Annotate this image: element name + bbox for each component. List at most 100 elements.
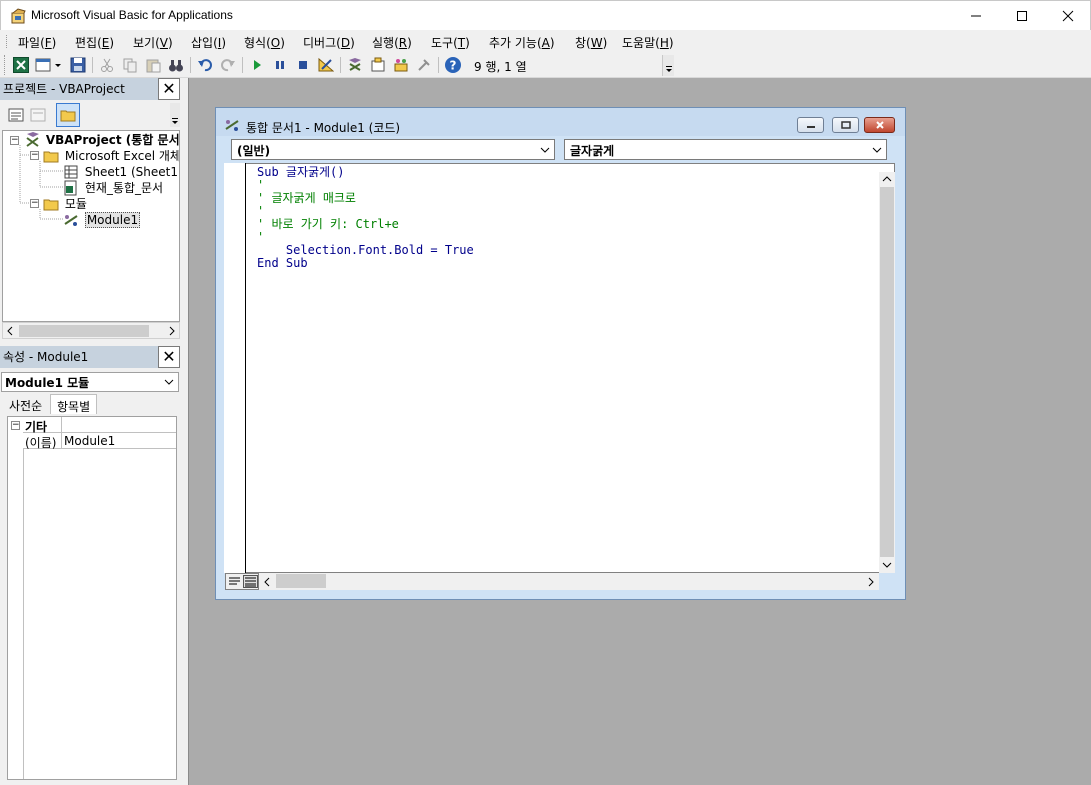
toolbox-button[interactable] [414,55,434,75]
property-row-name[interactable]: (이름) Module1 [23,433,176,450]
run-button[interactable] [247,55,267,75]
code-window-minimize-button[interactable] [797,117,824,133]
project-pane-close-button[interactable]: ✕ [158,78,180,100]
menu-grip[interactable] [6,35,8,48]
help-button[interactable]: ? [443,55,463,75]
procedure-view-button[interactable] [227,575,242,588]
tree-collapse-toggle[interactable]: − [10,136,19,145]
binoculars-icon [169,60,183,72]
menu-item-label-end: ) [668,36,674,50]
object-browser-button[interactable] [391,55,411,75]
project-tree: − VBAProject (통합 문서 − Microsoft Excel 개체… [2,130,180,322]
menu-item-2[interactable]: 보기(V) [129,33,177,52]
menu-item-7[interactable]: 도구(T) [427,33,474,52]
menu-item-10[interactable]: 도움말(H) [618,33,678,52]
tree-item-vbaproject[interactable]: VBAProject (통합 문서 [24,132,179,148]
minimize-icon [971,15,981,17]
toggle-folders-button[interactable] [56,103,80,127]
pane-toolbar-overflow[interactable] [170,103,180,127]
scissors-icon [101,58,113,72]
properties-pane-close-button[interactable]: ✕ [158,346,180,368]
tab-alphabetic[interactable]: 사전순 [3,394,48,414]
toolbar-separator [340,57,341,73]
reset-button[interactable] [293,55,313,75]
toolbar-overflow-chevron[interactable] [662,55,674,76]
code-line[interactable]: ' 글자굵게 매크로 [257,192,356,205]
tree-item-modules[interactable]: 모듈 [43,196,87,212]
toolbar-grip[interactable] [4,55,8,75]
module-icon [225,120,239,131]
maximize-button[interactable] [999,1,1045,31]
worksheet-icon [64,165,78,179]
tab-categorized[interactable]: 항목별 [50,394,98,414]
close-button[interactable] [1045,1,1091,31]
code-window-close-button[interactable] [864,117,895,133]
properties-window-button[interactable] [368,55,388,75]
menu-item-5[interactable]: 디버그(D) [299,33,359,52]
design-mode-button[interactable] [316,55,336,75]
code-vscrollbar-thumb[interactable] [880,187,894,557]
property-value[interactable]: Module1 [64,434,115,448]
menu-item-accesskey: A [541,36,550,50]
code-line[interactable]: End Sub [257,257,308,270]
menu-item-label: 파일( [18,36,45,50]
view-object-button[interactable] [28,105,48,125]
tree-item-sheet1[interactable]: Sheet1 (Sheet1) [63,164,179,180]
procedure-select[interactable]: 글자굵게 [564,139,887,160]
copy-button[interactable] [120,55,140,75]
undo-button[interactable] [195,55,215,75]
object-select[interactable]: (일반) [231,139,555,160]
menu-item-label: 편집( [75,36,102,50]
scrollbar-thumb[interactable] [19,325,149,337]
tree-item-label: 현재_통합_문서 [84,181,164,195]
code-margin-indicator-bar[interactable] [224,163,246,573]
code-hscrollbar-thumb[interactable] [276,574,326,588]
code-line[interactable]: ' 바로 가기 키: Ctrl+e [257,218,399,231]
menu-item-4[interactable]: 형식(O) [240,33,289,52]
object-browser-icon [394,59,408,72]
find-button[interactable] [166,55,186,75]
tree-collapse-toggle[interactable]: − [30,151,39,160]
full-module-view-button[interactable] [243,575,258,588]
save-icon [70,57,86,73]
tree-item-excel-objects[interactable]: Microsoft Excel 개체 [43,148,179,164]
insert-userform-button[interactable] [34,55,64,75]
menu-item-6[interactable]: 실행(R) [368,33,416,52]
category-collapse-toggle[interactable]: − [11,421,20,430]
tree-item-workbook[interactable]: 현재_통합_문서 [63,180,163,196]
chevron-down-icon [666,66,672,72]
save-button[interactable] [68,55,88,75]
maximize-icon [1017,11,1027,21]
project-tree-hscrollbar[interactable] [2,322,180,339]
grid-divider [61,433,62,449]
menu-item-accesskey: O [270,36,281,50]
tree-collapse-toggle[interactable]: − [30,199,39,208]
view-excel-button[interactable] [11,55,31,75]
procedure-view-icon [229,577,240,585]
code-line[interactable]: Sub 글자굵게() [257,166,345,179]
stop-icon [299,61,307,69]
menu-item-3[interactable]: 삽입(I) [187,33,230,52]
properties-object-select[interactable]: Module1 모듈 [1,372,179,392]
redo-button[interactable] [218,55,238,75]
paste-button[interactable] [143,55,163,75]
grid-gutter-line [23,449,24,779]
menu-item-1[interactable]: 편집(E) [71,33,118,52]
cut-button[interactable] [97,55,117,75]
minimize-button[interactable] [953,1,999,31]
tree-item-label: 모듈 [64,197,87,211]
project-explorer-icon [349,58,361,71]
project-explorer-button[interactable] [345,55,365,75]
menu-item-8[interactable]: 추가 기능(A) [485,33,559,52]
menu-item-0[interactable]: 파일(F) [14,33,60,52]
menu-item-label: 형식( [244,36,271,50]
menu-item-label: 삽입( [191,36,218,50]
code-window-restore-button[interactable] [832,117,859,133]
code-window-titlebar[interactable]: 통합 문서1 - Module1 (코드) [216,108,905,136]
tree-item-module1[interactable]: Module1 [63,212,141,228]
view-code-button[interactable] [6,105,26,125]
break-button[interactable] [270,55,290,75]
menu-item-9[interactable]: 창(W) [571,33,611,52]
code-hscrollbar[interactable] [259,573,879,590]
menu-item-accesskey: D [340,36,351,50]
